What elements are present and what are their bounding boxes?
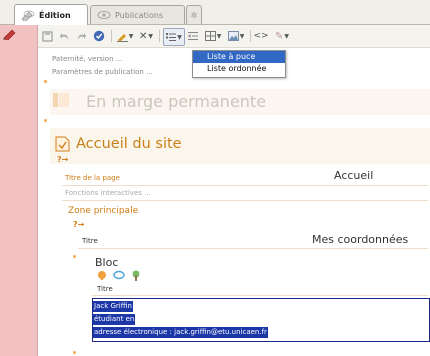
gear-icon: ✲ bbox=[190, 10, 198, 20]
blue-circle-icon[interactable] bbox=[113, 270, 125, 284]
source-code-icon[interactable]: <> bbox=[253, 28, 268, 44]
green-tree-icon[interactable] bbox=[131, 270, 141, 284]
list-icon[interactable]: ▼ bbox=[163, 28, 185, 46]
fonctions-link[interactable]: Fonctions interactives ... bbox=[65, 189, 151, 197]
row-divider bbox=[92, 295, 428, 296]
margin-block-icon bbox=[53, 93, 69, 110]
parametres-link[interactable]: Paramètres de publication ... bbox=[52, 68, 153, 76]
orange-figure-icon[interactable] bbox=[97, 270, 107, 284]
row-divider bbox=[62, 185, 428, 186]
eye-icon bbox=[97, 10, 111, 20]
bloc-label[interactable]: Bloc bbox=[95, 256, 118, 269]
check-icon[interactable] bbox=[92, 28, 106, 44]
tab-publications-label: Publications bbox=[115, 10, 164, 20]
selected-line: étudiant en bbox=[93, 314, 136, 325]
add-tab-button[interactable]: ✲ bbox=[186, 5, 202, 24]
image-icon[interactable]: ▼ bbox=[226, 28, 246, 44]
selected-line: adresse électronique : jack.griffin@etu.… bbox=[93, 327, 268, 338]
insert-arrow[interactable]: ?→ bbox=[73, 220, 84, 229]
titre-value[interactable]: Mes coordonnées bbox=[312, 233, 408, 246]
gutter-divider bbox=[37, 25, 38, 356]
table-icon[interactable]: ▼ bbox=[203, 28, 223, 44]
edit-pencil-icon[interactable] bbox=[2, 28, 18, 43]
redo-icon[interactable] bbox=[75, 28, 87, 44]
bloc-icons bbox=[97, 270, 141, 284]
page-icon bbox=[55, 136, 70, 155]
zone-principale-label[interactable]: Zone principale bbox=[68, 206, 138, 216]
remove-format-icon[interactable]: ✕ ▼ bbox=[137, 28, 155, 44]
marge-ellipsis: ... bbox=[232, 100, 240, 109]
editor-toolbar: ▼ ✕ ▼ ▼ ▼ ▼ <> ✎ ▼ bbox=[38, 25, 430, 48]
menu-item-liste-ordonnee[interactable]: Liste ordonnée bbox=[193, 63, 285, 75]
list-type-menu: Liste à puce Liste ordonnée bbox=[192, 50, 286, 78]
titre-page-label: Titre de la page bbox=[65, 174, 120, 182]
bullet-marker bbox=[44, 80, 47, 83]
titre-label: Titre bbox=[82, 237, 98, 245]
tab-strip: Édition Publications ✲ bbox=[0, 0, 430, 25]
left-gutter bbox=[0, 25, 37, 356]
row-divider bbox=[78, 248, 428, 249]
bullet-marker bbox=[73, 255, 76, 258]
bloc-titre-label: Titre bbox=[97, 285, 113, 293]
pen-icon[interactable]: ▼ bbox=[116, 28, 134, 44]
bullet-marker bbox=[44, 119, 47, 122]
outdent-icon[interactable] bbox=[187, 28, 199, 44]
tab-publications[interactable]: Publications bbox=[90, 5, 185, 24]
bullet-marker bbox=[73, 351, 76, 354]
spell-check-icon[interactable]: ✎ ▼ bbox=[272, 28, 292, 44]
paternite-link[interactable]: Paternité, version ... bbox=[52, 55, 122, 63]
selected-line: Jack Griffin bbox=[93, 301, 133, 312]
pencil-book-icon bbox=[21, 9, 35, 21]
site-title[interactable]: Accueil du site bbox=[76, 136, 182, 152]
menu-item-liste-a-puce[interactable]: Liste à puce bbox=[193, 51, 285, 63]
toolbar-separator bbox=[111, 30, 112, 42]
save-icon[interactable] bbox=[41, 28, 53, 44]
tab-edition-label: Édition bbox=[39, 10, 71, 20]
row-divider bbox=[62, 200, 428, 201]
toolbar-separator bbox=[159, 30, 160, 42]
titre-page-value[interactable]: Accueil bbox=[334, 169, 373, 182]
tab-edition[interactable]: Édition bbox=[14, 4, 88, 25]
undo-icon[interactable] bbox=[58, 28, 70, 44]
toolbar-separator bbox=[250, 30, 251, 42]
insert-arrow[interactable]: ?→ bbox=[57, 155, 68, 164]
